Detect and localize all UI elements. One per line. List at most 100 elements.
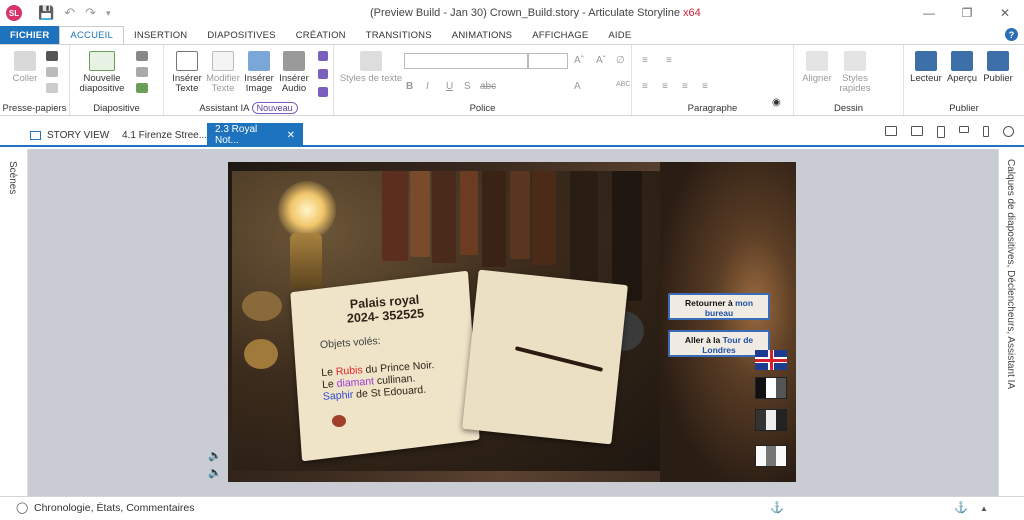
uk-flag-icon[interactable] (755, 350, 787, 370)
group-font: Styles de texte Aˆ Aˇ ∅ B I U S abc A AB… (334, 45, 632, 117)
bottom-panel-bar[interactable]: ◯ Chronologie, États, Commentaires ⚓ ⚓ ▲ (0, 496, 1024, 520)
publish-group-label: Publier (949, 103, 979, 114)
shadow-button[interactable]: S (464, 81, 471, 92)
return-office-button[interactable]: Retourner à mon bureau (668, 293, 770, 320)
cut-icon[interactable] (46, 51, 58, 61)
speaker-icon[interactable]: 🔈 (208, 449, 222, 462)
grow-font-icon[interactable]: Aˆ (574, 55, 584, 66)
slide[interactable]: Palais royal 2024- 352525 Objets volés: … (228, 162, 796, 482)
duplicate-slide-icon[interactable] (136, 67, 148, 77)
tab-creation[interactable]: CRÉATION (286, 26, 356, 44)
tab-animations[interactable]: ANIMATIONS (442, 26, 522, 44)
new-slide-button[interactable]: Nouvelle diapositive (78, 51, 126, 94)
underline-button[interactable]: U (446, 81, 453, 92)
justify-icon[interactable]: ≡ (702, 81, 708, 92)
bullets-icon[interactable]: ≡ (642, 55, 648, 66)
save-icon[interactable]: 💾 (38, 5, 54, 21)
anchor-icon[interactable]: ⚓ (770, 501, 784, 514)
tab-insertion[interactable]: INSERTION (124, 26, 197, 44)
tab-diapositives[interactable]: DIAPOSITIVES (197, 26, 285, 44)
insert-audio-button[interactable]: Insérer Audio (276, 51, 312, 94)
customize-qat-icon[interactable]: ▾ (106, 8, 111, 19)
tab-fichier[interactable]: FICHIER (0, 26, 60, 44)
ai-add-icon[interactable] (318, 69, 328, 79)
insert-image-button[interactable]: Insérer Image (242, 51, 276, 94)
paragraph-group-label: Paragraphe (687, 103, 738, 114)
italic-button[interactable]: I (426, 81, 429, 92)
align-button[interactable]: Aligner (798, 51, 836, 84)
royal-notes-label: 2.3 Royal Not... (215, 124, 258, 146)
ribbon: Coller Presse-papiers Nouvelle diapositi… (0, 44, 1024, 117)
laptop-icon[interactable] (885, 126, 897, 136)
player-button[interactable]: Lecteur (908, 51, 944, 84)
layers-triggers-panel[interactable]: Calques de diapositives, Déclencheurs, A… (998, 149, 1024, 496)
timeline-states-notes-label[interactable]: Chronologie, États, Commentaires (34, 502, 195, 514)
font-family-select[interactable] (404, 53, 528, 69)
book-spine (410, 171, 430, 257)
anchor-icon[interactable]: ⚓ (954, 501, 968, 514)
expand-icon[interactable]: ▲ (980, 504, 988, 513)
font-size-select[interactable] (528, 53, 568, 69)
quick-styles-icon (844, 51, 866, 71)
ai-help-icon[interactable] (318, 51, 328, 61)
btn2-hl1: Tour de (722, 335, 754, 345)
clear-format-icon[interactable]: ∅ (616, 55, 625, 66)
tab-transitions[interactable]: TRANSITIONS (356, 26, 442, 44)
align-right-icon[interactable]: ≡ (682, 81, 688, 92)
desktop-icon[interactable] (911, 126, 923, 136)
redo-icon[interactable]: ↷ (85, 5, 96, 21)
layout-icon[interactable] (136, 51, 148, 61)
help-icon[interactable]: ? (1005, 28, 1018, 41)
book-spine (482, 171, 506, 267)
modify-text-button[interactable]: Modifier Texte (204, 51, 242, 94)
tab-aide[interactable]: AIDE (598, 26, 641, 44)
btn2-hl2: Londres (702, 345, 736, 355)
text-styles-button[interactable]: Styles de texte (338, 51, 404, 84)
close-tab-icon[interactable]: ✕ (287, 130, 295, 141)
restore-icon[interactable]: ❐ (948, 0, 986, 26)
flag-icon[interactable] (755, 377, 787, 399)
device-preview-icons (885, 126, 1014, 138)
tab-affichage[interactable]: AFFICHAGE (522, 26, 598, 44)
quick-styles-button[interactable]: Styles rapides (838, 51, 872, 94)
numbering-icon[interactable]: ≡ (666, 55, 672, 66)
close-icon[interactable]: ✕ (986, 0, 1024, 26)
publish-button[interactable]: Publier (980, 51, 1016, 84)
align-center-icon[interactable]: ≡ (662, 81, 668, 92)
format-painter-icon[interactable] (46, 83, 58, 93)
copy-icon[interactable] (46, 67, 58, 77)
book-spine (460, 171, 478, 255)
tab-accueil[interactable]: ACCUEIL (59, 26, 124, 44)
phone-icon[interactable] (983, 126, 989, 137)
ai-label: Assistant IA (199, 103, 249, 114)
lamp-light (278, 181, 336, 239)
align-left-icon[interactable]: ≡ (642, 81, 648, 92)
flag-icon[interactable] (755, 445, 787, 467)
book-spine (510, 171, 530, 259)
minimize-icon[interactable]: — (910, 0, 948, 26)
font-color-button[interactable]: A (574, 81, 581, 92)
tablet-landscape-icon[interactable] (959, 126, 969, 133)
undo-icon[interactable]: ↶ (64, 5, 75, 21)
tab-firenze[interactable]: 4.1 Firenze Stree... (114, 123, 215, 147)
tablet-portrait-icon[interactable] (937, 126, 945, 138)
slide-props-icon[interactable] (136, 83, 148, 93)
flag-icon[interactable] (755, 409, 787, 431)
tab-royal-notes[interactable]: 2.3 Royal Not... ✕ (207, 123, 303, 147)
insert-text-button[interactable]: Insérer Texte (170, 51, 204, 94)
ai-list-icon[interactable] (318, 87, 328, 97)
spellcheck-icon[interactable]: ABC (616, 81, 630, 88)
bold-button[interactable]: B (406, 81, 413, 92)
shrink-font-icon[interactable]: Aˇ (596, 55, 606, 66)
group-publish: Lecteur Aperçu Publier Publier (904, 45, 1024, 117)
tab-story-view[interactable]: STORY VIEW (22, 123, 117, 147)
paste-label: Coller (12, 73, 38, 84)
ai-text-icon (176, 51, 198, 71)
paste-button[interactable]: Coller (8, 51, 42, 84)
strikethrough-button[interactable]: abc (480, 81, 496, 92)
preview-button[interactable]: Aperçu (944, 51, 980, 84)
speaker-icon[interactable]: 🔈 (208, 466, 222, 479)
group-ai-assistant: Insérer Texte Modifier Texte Insérer Ima… (164, 45, 334, 117)
settings-icon[interactable] (1003, 126, 1014, 137)
scenes-panel[interactable]: Scènes (0, 149, 28, 496)
